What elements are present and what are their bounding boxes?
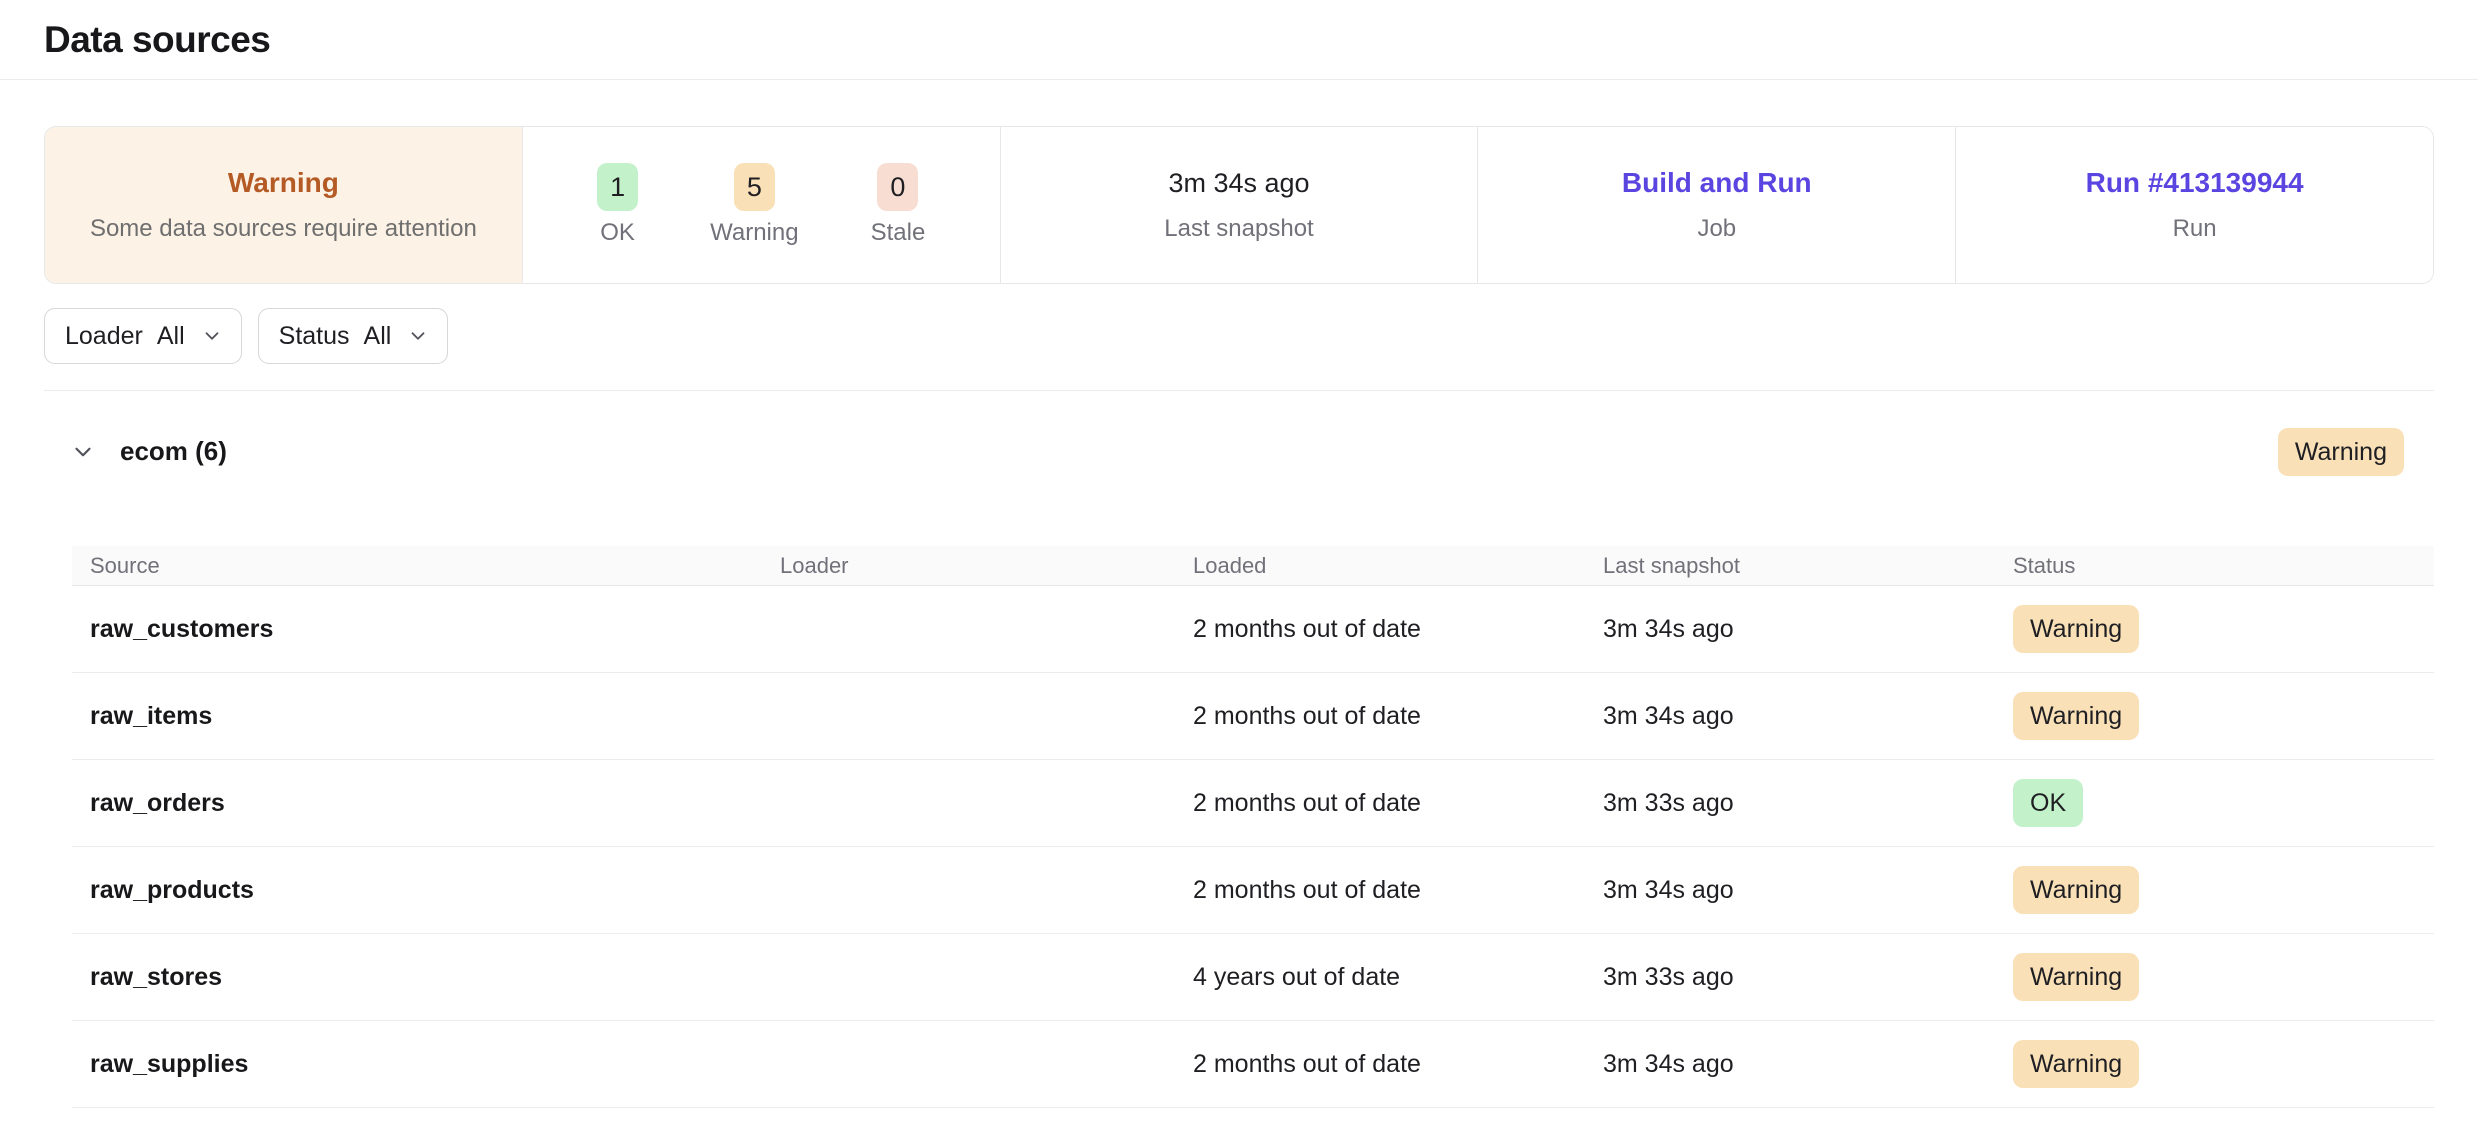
cell-loaded: 2 months out of date (1193, 1050, 1603, 1079)
summary-strip: Warning Some data sources require attent… (44, 126, 2434, 284)
cell-last-snapshot: 3m 34s ago (1603, 1050, 2013, 1079)
table-row[interactable]: raw_stores 4 years out of date 3m 33s ag… (72, 934, 2434, 1021)
run-label: Run (2173, 215, 2217, 243)
cell-status: Warning (2013, 692, 2434, 740)
table-row[interactable]: raw_customers 2 months out of date 3m 34… (72, 586, 2434, 673)
status-counts-card: 1 OK 5 Warning 0 Stale (523, 127, 1001, 283)
cell-status: Warning (2013, 1040, 2434, 1088)
cell-status: OK (2013, 779, 2434, 827)
chevron-down-icon (201, 325, 223, 347)
group-status-badge: Warning (2278, 428, 2404, 476)
job-link[interactable]: Build and Run (1622, 167, 1812, 199)
cell-last-snapshot: 3m 34s ago (1603, 876, 2013, 905)
status-filter-dropdown[interactable]: Status All (258, 308, 449, 364)
status-count-label: Stale (871, 219, 926, 247)
status-count-item: 0 Stale (871, 163, 926, 247)
cell-last-snapshot: 3m 34s ago (1603, 702, 2013, 731)
overall-status-subtitle: Some data sources require attention (90, 215, 477, 243)
column-header-loaded: Loaded (1193, 553, 1603, 579)
cell-source: raw_supplies (90, 1050, 780, 1079)
data-sources-table: SourceLoaderLoadedLast snapshotStatus ra… (72, 546, 2434, 1108)
loader-filter-name: Loader (65, 322, 143, 351)
filters-bar: Loader All Status All (44, 308, 2434, 364)
status-badge: Warning (2013, 866, 2139, 914)
column-header-source: Source (90, 553, 780, 579)
last-snapshot-label: Last snapshot (1164, 215, 1313, 243)
cell-source: raw_customers (90, 615, 780, 644)
status-count-item: 1 OK (597, 163, 638, 247)
overall-status-title: Warning (228, 167, 339, 199)
column-header-status: Status (2013, 553, 2434, 579)
cell-source: raw_stores (90, 963, 780, 992)
status-count-label: OK (600, 219, 635, 247)
section-divider (44, 390, 2434, 391)
cell-loaded: 2 months out of date (1193, 615, 1603, 644)
table-header-row: SourceLoaderLoadedLast snapshotStatus (72, 546, 2434, 586)
status-count-pill: 5 (734, 163, 775, 211)
cell-loaded: 4 years out of date (1193, 963, 1603, 992)
status-badge: OK (2013, 779, 2083, 827)
cell-status: Warning (2013, 953, 2434, 1001)
status-badge: Warning (2013, 692, 2139, 740)
last-snapshot-card: 3m 34s ago Last snapshot (1001, 127, 1479, 283)
job-label: Job (1697, 215, 1736, 243)
cell-status: Warning (2013, 866, 2434, 914)
status-badge: Warning (2013, 1040, 2139, 1088)
cell-loaded: 2 months out of date (1193, 702, 1603, 731)
status-badge: Warning (2013, 605, 2139, 653)
cell-source: raw_products (90, 876, 780, 905)
status-count-item: 5 Warning (710, 163, 798, 247)
run-card: Run #413139944 Run (1956, 127, 2433, 283)
cell-loaded: 2 months out of date (1193, 789, 1603, 818)
table-body: raw_customers 2 months out of date 3m 34… (72, 586, 2434, 1108)
table-row[interactable]: raw_items 2 months out of date 3m 34s ag… (72, 673, 2434, 760)
status-count-label: Warning (710, 219, 798, 247)
cell-source: raw_orders (90, 789, 780, 818)
chevron-down-icon (407, 325, 429, 347)
loader-filter-dropdown[interactable]: Loader All (44, 308, 242, 364)
group-header-ecom[interactable]: ecom (6) Warning (44, 428, 2434, 475)
run-link[interactable]: Run #413139944 (2086, 167, 2304, 199)
overall-status-card: Warning Some data sources require attent… (45, 127, 523, 283)
page-header: Data sources (0, 0, 2478, 80)
last-snapshot-value: 3m 34s ago (1168, 168, 1309, 199)
cell-status: Warning (2013, 605, 2434, 653)
page-title: Data sources (44, 19, 270, 61)
status-filter-name: Status (279, 322, 350, 351)
status-badge: Warning (2013, 953, 2139, 1001)
loader-filter-value: All (157, 322, 185, 351)
cell-last-snapshot: 3m 34s ago (1603, 615, 2013, 644)
status-count-pill: 0 (877, 163, 918, 211)
cell-last-snapshot: 3m 33s ago (1603, 963, 2013, 992)
job-card: Build and Run Job (1478, 127, 1956, 283)
cell-loaded: 2 months out of date (1193, 876, 1603, 905)
cell-source: raw_items (90, 702, 780, 731)
table-row[interactable]: raw_orders 2 months out of date 3m 33s a… (72, 760, 2434, 847)
cell-last-snapshot: 3m 33s ago (1603, 789, 2013, 818)
column-header-loader: Loader (780, 553, 1193, 579)
chevron-down-icon[interactable] (70, 439, 96, 465)
status-count-pill: 1 (597, 163, 638, 211)
status-counts: 1 OK 5 Warning 0 Stale (597, 163, 925, 247)
group-title: ecom (6) (120, 436, 227, 467)
table-row[interactable]: raw_products 2 months out of date 3m 34s… (72, 847, 2434, 934)
column-header-last-snapshot: Last snapshot (1603, 553, 2013, 579)
status-filter-value: All (364, 322, 392, 351)
table-row[interactable]: raw_supplies 2 months out of date 3m 34s… (72, 1021, 2434, 1108)
